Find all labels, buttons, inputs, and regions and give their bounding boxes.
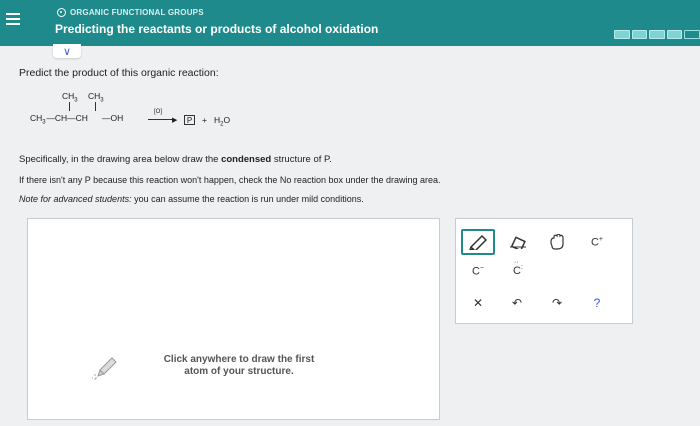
undo-button[interactable]: ↶ bbox=[507, 293, 527, 313]
pencil-icon bbox=[469, 234, 488, 250]
reaction-scheme: CH3 CH3 CH3 —CH—CH —OH [O] ▶ P + H2O bbox=[30, 91, 330, 141]
collapse-button[interactable]: ∨ bbox=[53, 44, 81, 58]
lone-pair-label: C ·· : bbox=[513, 259, 523, 277]
progress-segment bbox=[614, 30, 630, 39]
drawing-toolbar: C+ C− C ·· : ✕ ↶ ↷ ? bbox=[455, 218, 633, 324]
bond-line bbox=[95, 102, 96, 111]
menu-icon[interactable] bbox=[6, 10, 20, 28]
hand-tool[interactable] bbox=[547, 232, 567, 252]
canvas-hint: Click anywhere to draw the first atom of… bbox=[163, 354, 315, 377]
pencil-cursor-icon bbox=[92, 357, 117, 382]
topic-text: ORGANIC FUNCTIONAL GROUPS bbox=[70, 8, 204, 17]
cation-label: C+ bbox=[590, 235, 604, 249]
chain-end: —OH bbox=[102, 113, 124, 123]
help-button[interactable]: ? bbox=[587, 293, 607, 313]
carbanion-label: C− bbox=[471, 264, 485, 278]
header-bar: ORGANIC FUNCTIONAL GROUPS Predicting the… bbox=[0, 0, 700, 46]
close-icon: ✕ bbox=[472, 296, 484, 310]
lone-pair-tool[interactable]: C ·· : bbox=[507, 259, 527, 281]
cation-tool[interactable]: C+ bbox=[587, 232, 607, 252]
product-box: P bbox=[184, 115, 195, 125]
instruction-text: Specifically, in the drawing area below … bbox=[19, 154, 332, 165]
plus-sign: + bbox=[202, 115, 207, 125]
progress-segment bbox=[631, 30, 648, 39]
redo-icon: ↷ bbox=[551, 296, 563, 310]
bond-line bbox=[69, 102, 70, 111]
drawing-canvas[interactable] bbox=[27, 218, 440, 420]
page-title: Predicting the reactants or products of … bbox=[55, 22, 379, 36]
advanced-note: Note for advanced students: you can assu… bbox=[19, 194, 364, 204]
topic-icon bbox=[57, 8, 66, 17]
arrow-head-icon: ▶ bbox=[172, 117, 178, 124]
help-icon: ? bbox=[593, 296, 601, 310]
pencil-tool[interactable] bbox=[461, 229, 495, 255]
clear-button[interactable]: ✕ bbox=[468, 293, 488, 313]
carbanion-tool[interactable]: C− bbox=[468, 261, 488, 281]
progress-segment bbox=[684, 30, 700, 39]
no-reaction-instruction: If there isn't any P because this reacti… bbox=[19, 175, 441, 185]
reaction-arrow bbox=[148, 119, 174, 120]
progress-bar bbox=[614, 30, 700, 39]
progress-segment bbox=[649, 30, 665, 39]
undo-icon: ↶ bbox=[511, 296, 523, 310]
eraser-icon bbox=[510, 236, 526, 249]
reagent-label: [O] bbox=[154, 109, 163, 115]
progress-segment bbox=[666, 30, 683, 39]
redo-button[interactable]: ↷ bbox=[547, 293, 567, 313]
topic-label: ORGANIC FUNCTIONAL GROUPS bbox=[57, 8, 204, 17]
hand-icon bbox=[550, 234, 564, 250]
question-prompt: Predict the product of this organic reac… bbox=[19, 67, 219, 79]
eraser-tool[interactable] bbox=[508, 232, 528, 252]
chevron-down-icon: ∨ bbox=[62, 45, 72, 58]
chain-middle: —CH—CH bbox=[46, 113, 88, 123]
water-label: H2O bbox=[214, 115, 231, 128]
